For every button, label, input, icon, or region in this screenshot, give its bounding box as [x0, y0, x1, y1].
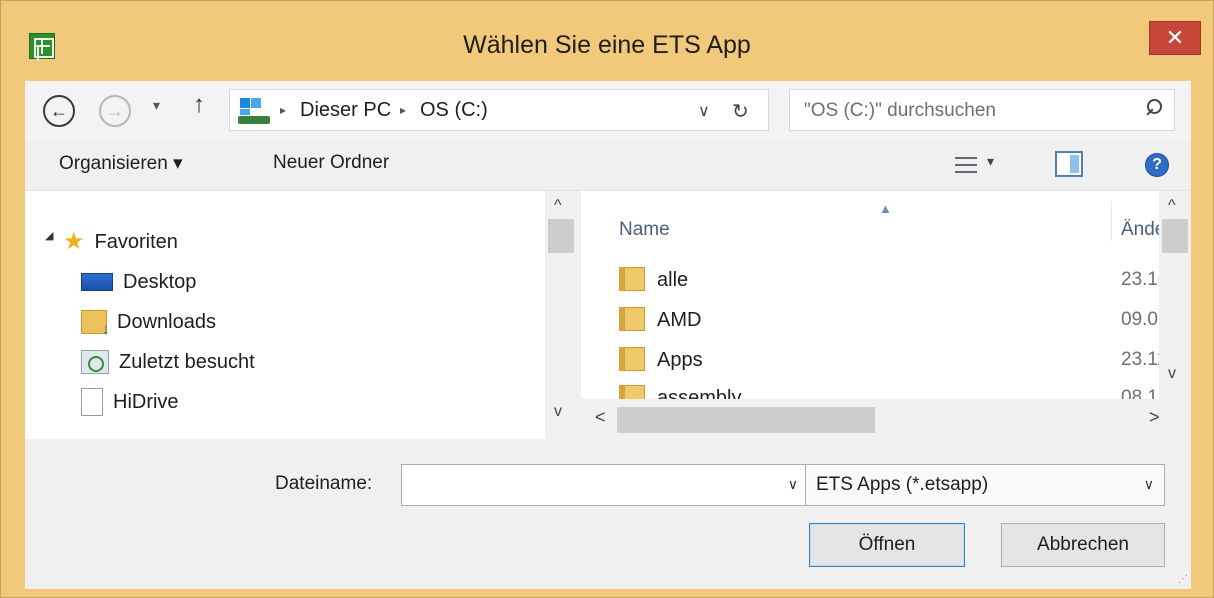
folder-icon [619, 347, 645, 371]
breadcrumb-separator-icon[interactable]: ▸ [400, 103, 406, 117]
file-type-filter-value: ETS Apps (*.etsapp) [816, 474, 989, 495]
navigation-pane: ◢ ★ Favoriten Desktop Downloads Zuletzt … [25, 191, 577, 439]
resize-grip-icon[interactable]: ⋰ [1178, 574, 1188, 585]
downloads-folder-icon [81, 310, 110, 339]
scroll-down-icon[interactable]: v [1168, 365, 1176, 383]
nav-item-recent-places[interactable]: Zuletzt besucht [81, 347, 255, 377]
forward-arrow-icon[interactable]: → [99, 95, 131, 127]
star-icon: ★ [63, 228, 85, 255]
search-box[interactable] [789, 89, 1175, 131]
address-bar[interactable]: ▸ Dieser PC ▸ OS (C:) ∨ ↻ [229, 89, 769, 131]
refresh-icon[interactable]: ↻ [732, 99, 749, 124]
this-pc-icon [238, 98, 270, 124]
dialog-window: Wählen Sie eine ETS App ✕ ← → ▾ ↑ ▸ Dies… [0, 0, 1214, 598]
nav-item-favorites[interactable]: ★ Favoriten [63, 227, 178, 257]
filter-dropdown-icon[interactable]: ∨ [1144, 476, 1154, 493]
scroll-thumb[interactable] [548, 219, 574, 253]
desktop-icon [81, 273, 113, 291]
file-name: alle [657, 269, 689, 291]
view-dropdown-icon[interactable]: ▾ [987, 153, 994, 170]
open-button[interactable]: Öffnen [809, 523, 965, 567]
expand-triangle-icon[interactable]: ◢ [45, 229, 53, 242]
file-list-horizontal-scrollbar[interactable]: < > [581, 399, 1191, 439]
command-toolbar: Organisieren ▾ Neuer Ordner ▾ ? [25, 139, 1191, 191]
file-row[interactable]: AMD 09.07 [619, 303, 1179, 339]
back-arrow-icon[interactable]: ← [43, 95, 75, 127]
help-icon[interactable]: ? [1145, 153, 1169, 177]
scroll-down-icon[interactable]: v [554, 403, 562, 421]
address-row: ← → ▾ ↑ ▸ Dieser PC ▸ OS (C:) ∨ ↻ [25, 81, 1191, 139]
column-header-name[interactable]: Name [619, 219, 670, 241]
nav-item-label: Desktop [123, 270, 197, 293]
breadcrumb-drive-c[interactable]: OS (C:) [420, 99, 488, 122]
file-row[interactable]: alle 23.10 [619, 263, 1179, 299]
recent-places-icon [81, 350, 109, 374]
scroll-right-icon[interactable]: > [1149, 407, 1160, 428]
breadcrumb-this-pc[interactable]: Dieser PC [300, 99, 391, 122]
file-row[interactable]: Apps 23.11 [619, 343, 1179, 379]
file-list: ▲ Name Ände alle 23.10 AMD 09.07 Apps 23… [581, 191, 1191, 439]
filename-input[interactable] [408, 473, 768, 495]
scroll-up-icon[interactable]: ^ [1168, 197, 1176, 215]
column-divider[interactable] [1111, 201, 1112, 241]
search-input[interactable] [804, 100, 1124, 122]
file-name: AMD [657, 309, 702, 331]
filename-combobox[interactable]: ∨ [401, 464, 809, 506]
nav-item-downloads[interactable]: Downloads [81, 307, 216, 339]
filename-label: Dateiname: [275, 473, 373, 494]
scroll-thumb[interactable] [1162, 219, 1188, 253]
file-name: Apps [657, 349, 703, 371]
nav-item-label: Zuletzt besucht [119, 350, 255, 373]
file-list-vertical-scrollbar[interactable]: ^ v [1159, 191, 1191, 399]
nav-item-label: HiDrive [113, 390, 179, 413]
preview-pane-icon[interactable] [1055, 151, 1083, 177]
document-icon [81, 388, 103, 416]
nav-item-desktop[interactable]: Desktop [81, 267, 196, 297]
address-dropdown-icon[interactable]: ∨ [698, 101, 710, 121]
sort-ascending-icon: ▲ [879, 201, 892, 216]
close-button[interactable]: ✕ [1149, 21, 1201, 55]
nav-item-label: Favoriten [94, 230, 178, 253]
dialog-title: Wählen Sie eine ETS App [463, 31, 751, 59]
scroll-thumb[interactable] [617, 407, 875, 433]
organize-button[interactable]: Organisieren ▾ [59, 152, 183, 175]
recent-locations-dropdown-icon[interactable]: ▾ [153, 97, 160, 114]
file-type-filter-select[interactable]: ETS Apps (*.etsapp) ∨ [805, 464, 1165, 506]
filename-dropdown-icon[interactable]: ∨ [788, 476, 798, 493]
dialog-client-area: ← → ▾ ↑ ▸ Dieser PC ▸ OS (C:) ∨ ↻ O [25, 81, 1191, 589]
title-bar[interactable]: Wählen Sie eine ETS App ✕ [1, 1, 1213, 81]
up-arrow-icon[interactable]: ↑ [193, 91, 205, 119]
new-folder-button[interactable]: Neuer Ordner [273, 152, 389, 174]
scroll-left-icon[interactable]: < [595, 407, 606, 428]
view-options-icon[interactable] [955, 155, 977, 175]
folder-icon [619, 267, 645, 291]
search-icon[interactable] [1144, 99, 1162, 121]
cancel-button[interactable]: Abbrechen [1001, 523, 1165, 567]
folder-icon [619, 307, 645, 331]
scroll-up-icon[interactable]: ^ [554, 197, 562, 215]
breadcrumb-separator-icon[interactable]: ▸ [280, 103, 286, 117]
nav-item-hidrive[interactable]: HiDrive [81, 387, 179, 417]
nav-pane-vertical-scrollbar[interactable]: ^ v [545, 191, 577, 439]
nav-item-label: Downloads [117, 310, 216, 333]
